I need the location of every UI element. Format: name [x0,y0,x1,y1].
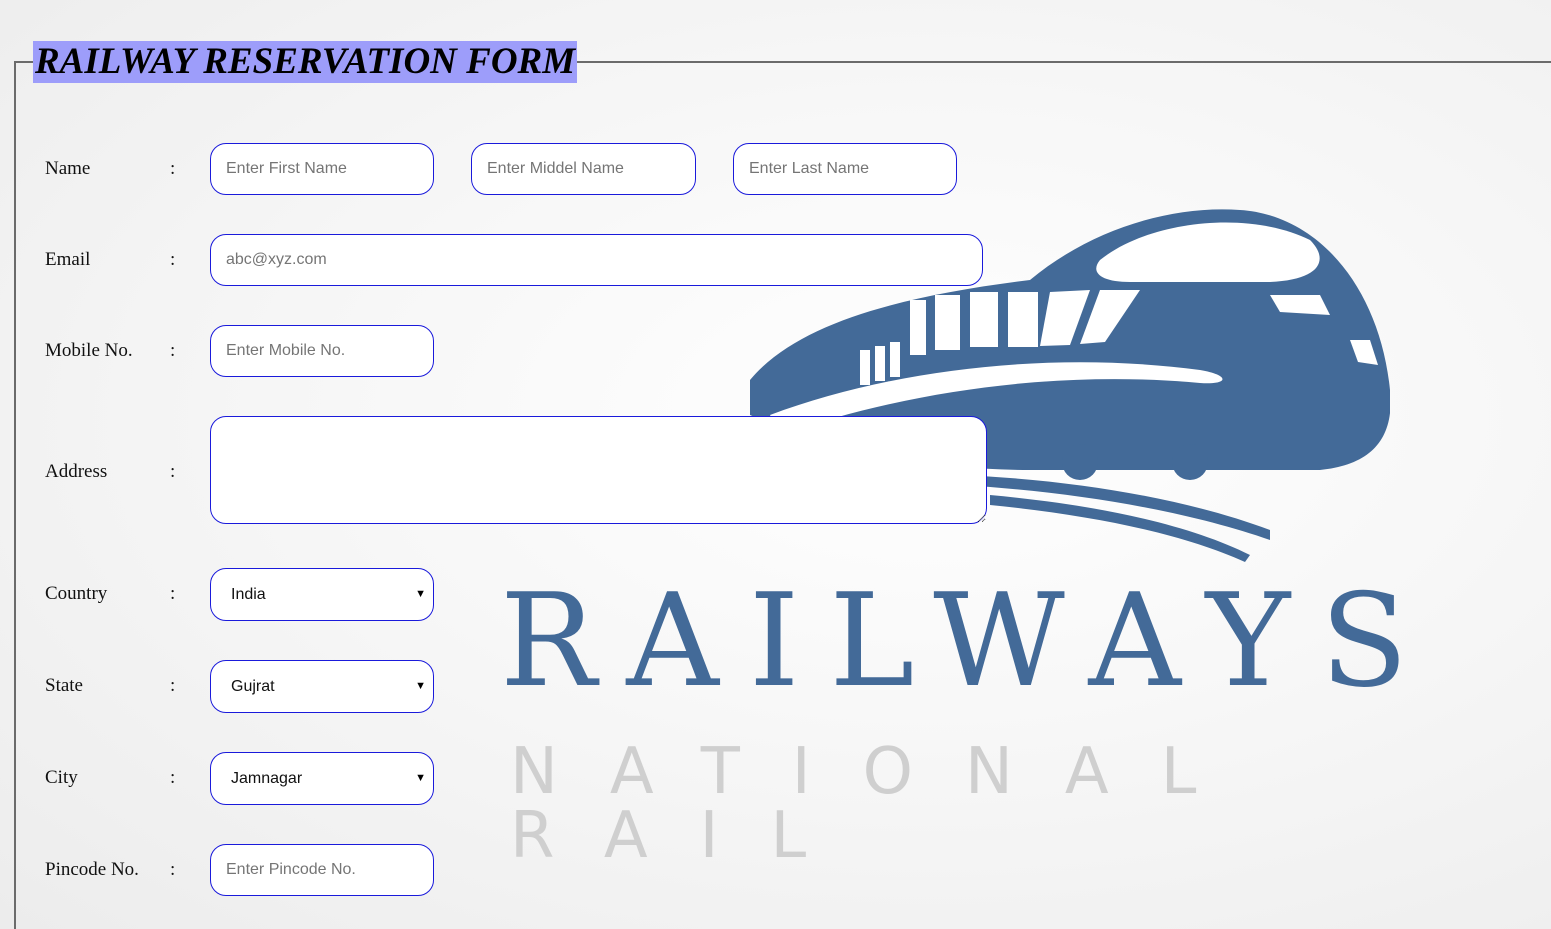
pincode-label: Pincode No. [45,859,139,880]
name-colon: : [170,158,176,179]
country-label: Country [45,583,108,604]
state-selected-value: Gujrat [231,678,275,695]
address-textarea[interactable] [210,416,987,524]
pincode-colon: : [170,859,176,880]
city-selected-value: Jamnagar [231,770,303,787]
email-colon: : [170,249,176,270]
city-select[interactable]: Jamnagar ▼ [210,752,434,805]
form-title: RAILWAY RESERVATION FORM [33,41,578,83]
address-label: Address [45,461,108,482]
pincode-input[interactable] [210,844,434,896]
mobile-colon: : [170,340,176,361]
city-colon: : [170,767,176,788]
address-colon: : [170,461,176,482]
country-selected-value: India [231,586,266,603]
page: RAILWAYS NATIONAL RAIL RAILWAY RESERVATI… [0,0,1551,929]
state-select[interactable]: Gujrat ▼ [210,660,434,713]
country-select[interactable]: India ▼ [210,568,434,621]
first-name-input[interactable] [210,143,434,195]
name-label: Name [45,158,91,179]
state-colon: : [170,675,176,696]
email-input[interactable] [210,234,983,286]
last-name-input[interactable] [733,143,957,195]
email-label: Email [45,249,91,270]
city-label: City [45,767,78,788]
country-colon: : [170,583,176,604]
chevron-down-icon: ▼ [415,680,426,692]
chevron-down-icon: ▼ [415,588,426,600]
state-label: State [45,675,83,696]
mobile-label: Mobile No. [45,340,133,361]
chevron-down-icon: ▼ [415,772,426,784]
middle-name-input[interactable] [471,143,696,195]
mobile-input[interactable] [210,325,434,377]
